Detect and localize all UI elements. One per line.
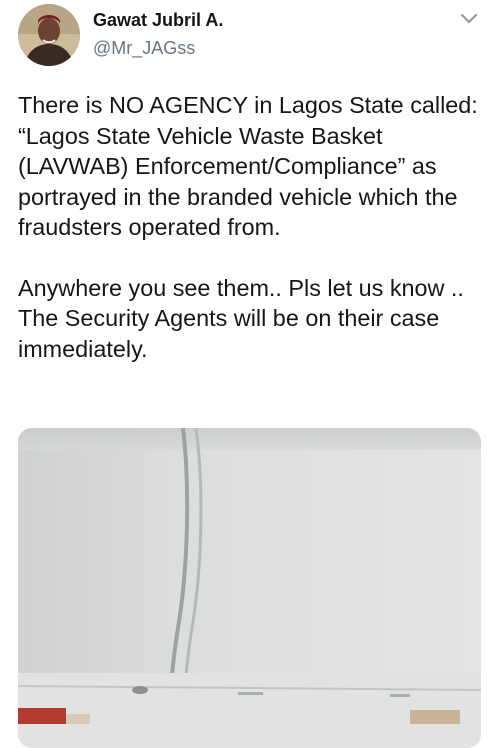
author-handle[interactable]: @Mr_JAGss xyxy=(93,38,195,59)
tweet-header: Gawat Jubril A. @Mr_JAGss xyxy=(0,0,494,80)
tweet-media-photo[interactable] xyxy=(18,428,481,748)
avatar-photo xyxy=(18,4,80,66)
chevron-down-icon[interactable] xyxy=(460,12,478,26)
tweet-paragraph: Anywhere you see them.. Pls let us know … xyxy=(18,274,464,362)
tweet-text: There is NO AGENCY in Lagos State called… xyxy=(18,90,480,364)
author-display-name[interactable]: Gawat Jubril A. xyxy=(93,10,223,31)
vehicle-photo xyxy=(18,428,481,748)
tweet-paragraph: There is NO AGENCY in Lagos State called… xyxy=(18,92,478,240)
avatar[interactable] xyxy=(18,4,80,66)
